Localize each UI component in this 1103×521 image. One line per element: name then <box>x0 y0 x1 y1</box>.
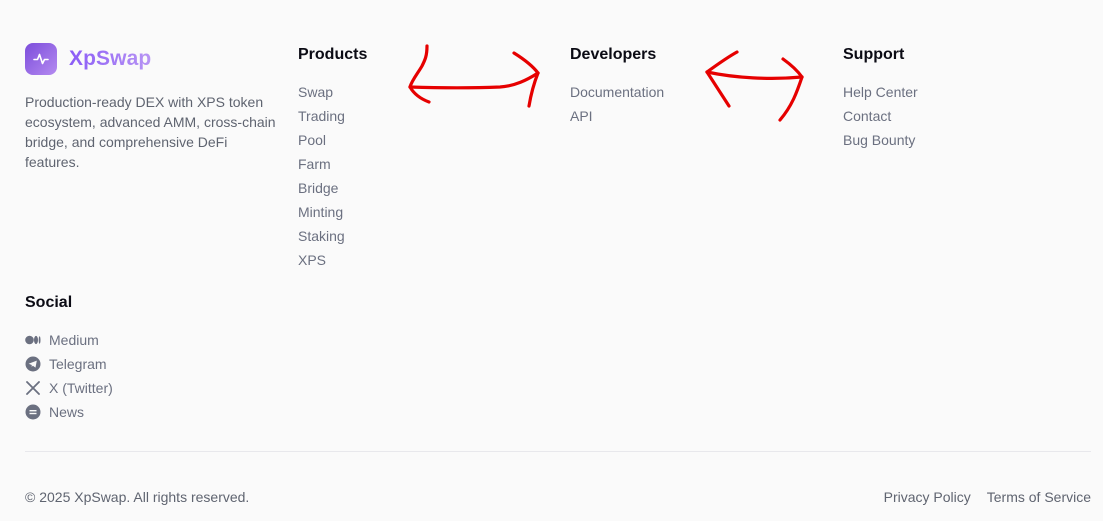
medium-icon <box>25 332 41 348</box>
footer-link-bug-bounty[interactable]: Bug Bounty <box>843 128 918 152</box>
social-label-medium: Medium <box>49 332 99 348</box>
terms-of-service-link[interactable]: Terms of Service <box>987 487 1091 507</box>
products-links: Swap Trading Pool Farm Bridge Minting St… <box>298 80 367 272</box>
social-label-news: News <box>49 404 85 420</box>
privacy-policy-link[interactable]: Privacy Policy <box>884 487 971 507</box>
social-link-news[interactable]: News <box>25 400 113 424</box>
annotation-double-arrow-left <box>408 44 540 108</box>
footer-link-pool[interactable]: Pool <box>298 128 367 152</box>
social-link-medium[interactable]: Medium <box>25 328 113 352</box>
footer-link-contact[interactable]: Contact <box>843 104 918 128</box>
footer-link-trading[interactable]: Trading <box>298 104 367 128</box>
developers-links: Documentation API <box>570 80 664 128</box>
developers-heading: Developers <box>570 46 657 63</box>
activity-pulse-icon <box>33 53 49 65</box>
support-column: Support Help Center Contact Bug Bounty <box>843 45 918 152</box>
logo <box>25 43 57 75</box>
social-heading: Social <box>25 294 73 311</box>
products-heading: Products <box>298 46 368 63</box>
brand[interactable]: XpSwap <box>25 43 151 75</box>
footer-link-farm[interactable]: Farm <box>298 152 367 176</box>
footer-link-xps[interactable]: XPS <box>298 248 367 272</box>
footer-link-documentation[interactable]: Documentation <box>570 80 664 104</box>
footer-divider <box>25 451 1091 452</box>
social-link-x-twitter[interactable]: X (Twitter) <box>25 376 113 400</box>
support-heading: Support <box>843 46 905 63</box>
annotation-double-arrow-right <box>705 50 804 122</box>
support-links: Help Center Contact Bug Bounty <box>843 80 918 152</box>
footer-link-help-center[interactable]: Help Center <box>843 80 918 104</box>
legal-links: Privacy Policy Terms of Service <box>884 487 1091 507</box>
social-label-telegram: Telegram <box>49 356 107 372</box>
developers-column: Developers Documentation API <box>570 45 664 128</box>
social-label-x-twitter: X (Twitter) <box>49 380 113 396</box>
x-twitter-icon <box>25 380 41 396</box>
social-column: Social Medium Telegram X (Twitter) News <box>25 293 113 424</box>
social-links: Medium Telegram X (Twitter) News <box>25 328 113 424</box>
footer-link-api[interactable]: API <box>570 104 664 128</box>
footer-link-minting[interactable]: Minting <box>298 200 367 224</box>
social-link-telegram[interactable]: Telegram <box>25 352 113 376</box>
annotation-overlay <box>408 44 804 122</box>
products-column: Products Swap Trading Pool Farm Bridge M… <box>298 45 367 272</box>
news-icon <box>25 404 41 420</box>
brand-description: Production-ready DEX with XPS token ecos… <box>25 94 276 170</box>
footer-link-swap[interactable]: Swap <box>298 80 367 104</box>
copyright-text: © 2025 XpSwap. All rights reserved. <box>25 489 250 505</box>
footer-link-staking[interactable]: Staking <box>298 224 367 248</box>
brand-name: XpSwap <box>69 47 152 70</box>
telegram-icon <box>25 356 41 372</box>
footer-link-bridge[interactable]: Bridge <box>298 176 367 200</box>
